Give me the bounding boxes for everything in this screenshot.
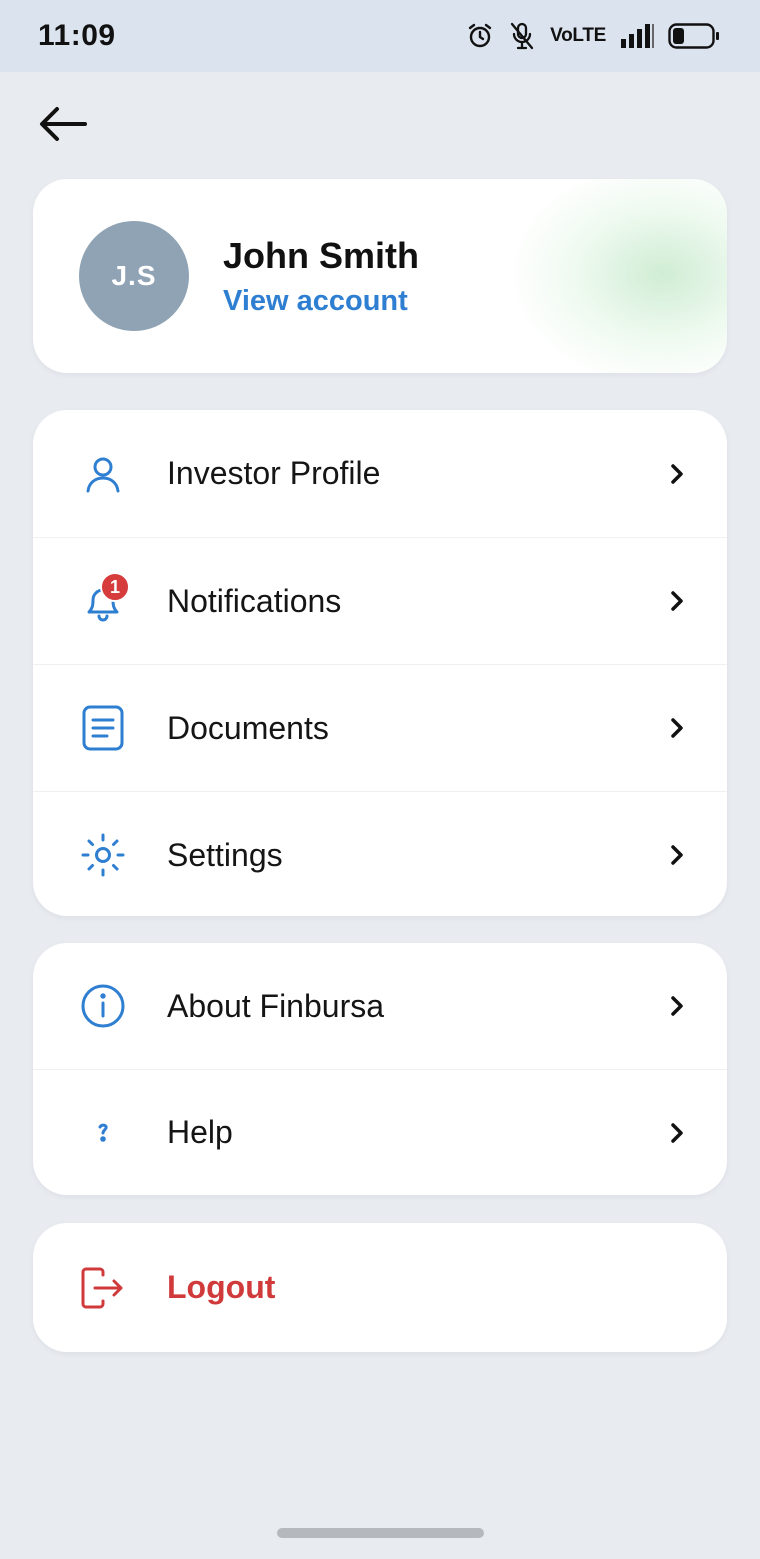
help-icon (79, 1109, 127, 1157)
back-button[interactable] (34, 102, 92, 150)
bell-icon: 1 (79, 572, 130, 625)
logout-label: Logout (167, 1269, 276, 1305)
status-icons: VoLTE (466, 21, 720, 51)
sun-settings-icon (79, 831, 127, 879)
profile-card[interactable]: J.S John Smith View account (33, 179, 727, 373)
menu-item-label: Investor Profile (167, 455, 381, 491)
menu-item-settings[interactable]: Settings (33, 791, 727, 916)
info-icon (79, 982, 127, 1030)
home-indicator[interactable] (277, 1528, 484, 1538)
menu-group-account: Investor Profile 1 Notifications Documen… (33, 410, 727, 916)
status-time: 11:09 (38, 19, 116, 52)
menu-item-about[interactable]: About Finbursa (33, 943, 727, 1069)
chevron-right-icon (667, 587, 687, 615)
avatar: J.S (79, 221, 189, 331)
menu-item-label: Documents (167, 709, 329, 746)
arrow-left-icon (37, 104, 89, 149)
menu-item-label: Help (167, 1114, 233, 1150)
chevron-right-icon (667, 714, 687, 742)
chevron-right-icon (667, 841, 687, 869)
volte-label: VoLTE (550, 25, 606, 46)
logout-button[interactable]: Logout (33, 1223, 727, 1352)
logout-card: Logout (33, 1223, 727, 1352)
signal-icon (620, 23, 654, 49)
menu-item-documents[interactable]: Documents (33, 664, 727, 791)
menu-group-info: About Finbursa Help (33, 943, 727, 1195)
menu-item-label: Settings (167, 836, 283, 873)
chevron-right-icon (667, 460, 687, 488)
battery-icon (668, 22, 720, 50)
menu-item-label: About Finbursa (167, 987, 385, 1024)
menu-item-notifications[interactable]: 1 Notifications (33, 537, 727, 664)
user-icon (79, 450, 127, 498)
chevron-right-icon (667, 1119, 687, 1147)
view-account-link[interactable]: View account (223, 285, 408, 318)
chevron-right-icon (667, 992, 687, 1020)
logout-icon (79, 1264, 127, 1312)
notification-badge: 1 (100, 572, 130, 602)
document-icon (79, 704, 127, 752)
alarm-icon (466, 22, 494, 50)
profile-name: John Smith (223, 235, 419, 276)
menu-item-help[interactable]: Help (33, 1069, 727, 1195)
menu-item-investor-profile[interactable]: Investor Profile (33, 410, 727, 537)
profile-card-glow (507, 179, 727, 373)
menu-item-label: Notifications (167, 582, 342, 619)
status-bar: 11:09 VoLTE (0, 0, 760, 72)
mute-icon (508, 21, 536, 51)
